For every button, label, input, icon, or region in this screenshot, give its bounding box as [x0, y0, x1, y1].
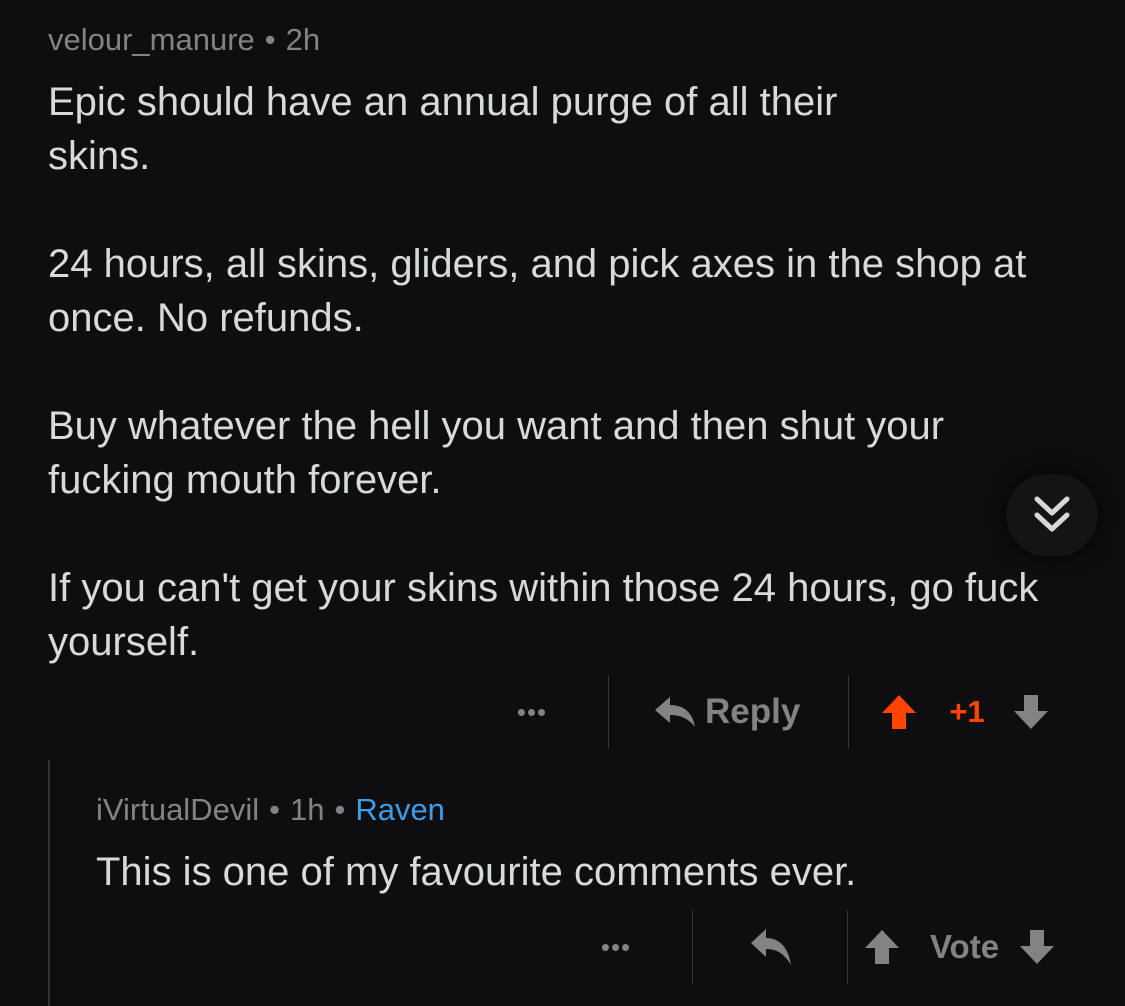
- thread-line[interactable]: [48, 760, 50, 1006]
- reply-comment: iVirtualDevil • 1h • Raven This is one o…: [96, 794, 1096, 899]
- upvote-arrow-icon: [882, 695, 917, 729]
- meta-separator: •: [264, 22, 276, 57]
- collapse-thread-button[interactable]: [1006, 474, 1098, 556]
- comment-paragraph: If you can't get your skins within those…: [48, 566, 1039, 664]
- user-flair: Raven: [355, 792, 445, 827]
- reply-meta: iVirtualDevil • 1h • Raven: [96, 794, 1096, 825]
- more-options-button[interactable]: •••: [590, 932, 642, 963]
- reply-label: Reply: [705, 692, 801, 731]
- reply-age: 1h: [289, 792, 325, 827]
- more-options-button[interactable]: •••: [500, 697, 564, 728]
- reply-button[interactable]: Reply: [653, 692, 800, 732]
- downvote-arrow-icon: [1020, 930, 1055, 964]
- comment-paragraph: Buy whatever the hell you want and then …: [48, 404, 945, 502]
- meta-separator: •: [269, 792, 280, 827]
- comment-score: +1: [949, 694, 985, 729]
- comment-paragraph: Epic should have an annual purge of all …: [48, 80, 838, 178]
- comment-paragraph: 24 hours, all skins, gliders, and pick a…: [48, 242, 1027, 340]
- reply-body: This is one of my favourite comments eve…: [96, 850, 857, 894]
- divider: [608, 675, 609, 749]
- comment-author[interactable]: velour_manure: [48, 24, 255, 55]
- upvote-arrow-icon: [865, 930, 899, 964]
- reply-action-bar: ••• Vote: [590, 910, 1080, 984]
- meta-separator: •: [334, 792, 346, 827]
- downvote-button[interactable]: [1011, 692, 1051, 732]
- downvote-button[interactable]: [1017, 927, 1057, 967]
- upvote-button[interactable]: [879, 692, 919, 732]
- double-chevron-down-icon: [1034, 496, 1070, 532]
- comment-action-bar: ••• Reply +1: [500, 675, 1080, 749]
- divider: [848, 675, 850, 749]
- comment: velour_manure • 2h Epic should have an a…: [48, 0, 1088, 669]
- reply-button[interactable]: [749, 927, 793, 967]
- comment-body: Epic should have an annual purge of all …: [48, 75, 1088, 669]
- divider: [847, 910, 848, 984]
- reply-arrow-icon: [751, 929, 791, 965]
- divider: [692, 910, 693, 984]
- vote-group: +1: [879, 692, 1050, 732]
- comment-meta: velour_manure • 2h: [48, 24, 1088, 55]
- vote-group: Vote: [862, 927, 1057, 967]
- comment-age: 2h: [285, 22, 321, 57]
- upvote-button[interactable]: [862, 927, 902, 967]
- reply-arrow-icon: [655, 697, 695, 727]
- reply-author[interactable]: iVirtualDevil: [96, 794, 259, 825]
- downvote-arrow-icon: [1013, 695, 1048, 729]
- vote-label: Vote: [930, 928, 1000, 965]
